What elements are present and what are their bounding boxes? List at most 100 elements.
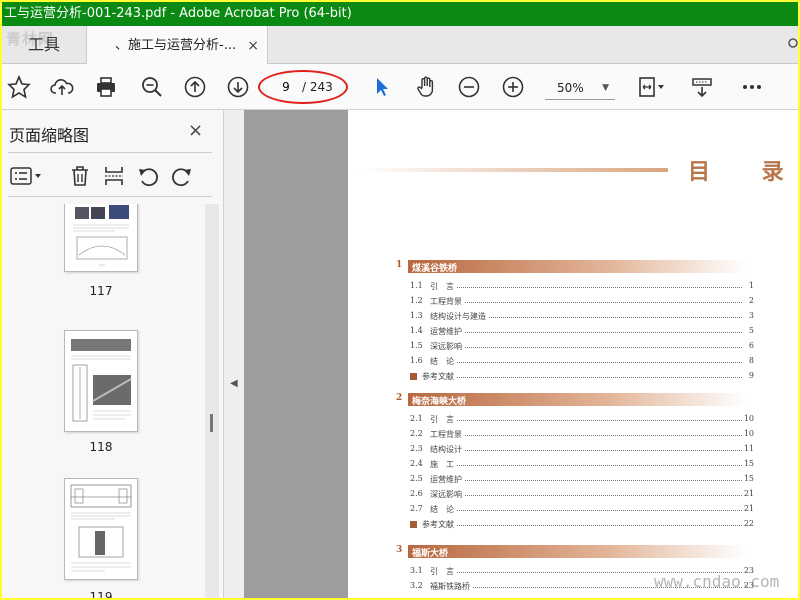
dot-leader (430, 435, 742, 436)
thumbnail-list: 117 118 119 (8, 204, 204, 598)
entry-number: 2.2 (410, 429, 423, 438)
entry-title: 结构设计 (430, 444, 464, 455)
zoom-in-icon[interactable] (499, 73, 527, 101)
dot-leader (430, 495, 742, 496)
toc-entry[interactable]: 2.4 施 工 15 (410, 459, 754, 471)
scrollbar-thumb[interactable] (210, 414, 213, 432)
dot-leader (430, 420, 742, 421)
entry-title: 结 论 (430, 504, 456, 515)
dot-leader (430, 302, 742, 303)
star-icon[interactable] (5, 73, 33, 101)
main-toolbar: / 243 50% ▼ (2, 64, 798, 110)
reference-marker (410, 521, 417, 528)
entry-page: 15 (741, 474, 754, 483)
entry-number: 1.1 (410, 281, 423, 290)
dot-leader (430, 465, 742, 466)
entry-page: 10 (741, 414, 754, 423)
document-canvas-background (244, 110, 348, 598)
zoom-search-icon[interactable] (138, 73, 166, 101)
toc-entry[interactable]: 2.1 引 言 10 (410, 414, 754, 426)
page-fit-icon[interactable] (634, 73, 670, 101)
chapter-bar (408, 545, 746, 558)
insert-page-icon[interactable] (102, 164, 126, 188)
chapter-bar (408, 260, 746, 273)
rotate-left-icon[interactable] (136, 164, 160, 188)
thumbnail-toolbar (8, 160, 212, 192)
thumbnail-label: 117 (89, 284, 113, 298)
thumbnail-scrollbar[interactable] (205, 204, 219, 598)
chevron-down-icon: ▼ (602, 83, 609, 93)
entry-title: 引 言 (430, 414, 456, 425)
entry-title: 运营维护 (430, 326, 464, 337)
scroll-mode-icon[interactable] (688, 73, 716, 101)
entry-number: 2.5 (410, 474, 423, 483)
entry-page: 2 (746, 296, 754, 305)
zoom-out-icon[interactable] (455, 73, 483, 101)
toc-entry[interactable]: 2.6 深远影响 21 (410, 489, 754, 501)
entry-number: 1.3 (410, 311, 423, 320)
page-thumbnail[interactable] (64, 330, 138, 432)
thumbnail-label: 119 (89, 590, 113, 598)
tab-close-button[interactable]: × (247, 26, 259, 66)
chapter-number: 1 (396, 260, 403, 270)
page-thumbnail[interactable] (64, 478, 138, 580)
toc-entry[interactable]: 2.3 结构设计 11 (410, 444, 754, 456)
hand-icon[interactable] (412, 73, 440, 101)
toc-references[interactable]: 参考文献 22 (410, 519, 754, 531)
dot-leader (430, 510, 742, 511)
toc-entry[interactable]: 1.2 工程背景 2 (410, 296, 754, 308)
toc-entry[interactable]: 1.3 结构设计与建造 3 (410, 311, 754, 323)
panel-collapse-handle[interactable]: ◀ (224, 110, 244, 598)
toc-chapter[interactable]: 2 梅奈海峡大桥 (396, 393, 746, 407)
toc-references[interactable]: 参考文献 9 (410, 371, 754, 383)
entry-number: 1.6 (410, 356, 423, 365)
toc-heading: 目 录 — (688, 159, 798, 185)
toc-chapter[interactable]: 3 福斯大桥 (396, 545, 746, 559)
tab-tools[interactable]: 工具 (2, 26, 86, 64)
entry-number: 2.3 (410, 444, 423, 453)
trash-icon[interactable] (68, 164, 92, 188)
toc-chapter[interactable]: 1 煤溪谷铁桥 (396, 260, 746, 274)
entry-number: 3.1 (410, 566, 423, 575)
toc-entry[interactable]: 2.2 工程背景 10 (410, 429, 754, 441)
entry-number: 2.1 (410, 414, 423, 423)
dot-leader (430, 362, 742, 363)
document-page: 目 录 — 1煤溪谷铁桥1.1引 言11.2工程背景21.3结构设计与建造31.… (348, 110, 798, 598)
help-icon[interactable] (788, 36, 798, 54)
entry-title: 参考文献 (422, 519, 456, 530)
dot-leader (430, 332, 742, 333)
toc-entry[interactable]: 1.4 运营维护 5 (410, 326, 754, 338)
entry-number: 3.2 (410, 581, 423, 590)
panel-close-button[interactable]: × (188, 120, 203, 141)
entry-title: 工程背景 (430, 429, 464, 440)
toc-entry[interactable]: 1.6 结 论 8 (410, 356, 754, 368)
cloud-upload-icon[interactable] (48, 73, 76, 101)
tab-document[interactable]: 、施工与运营分析-... × (86, 26, 268, 64)
thumbnail-options-icon[interactable] (8, 164, 44, 188)
page-thumbnail[interactable] (64, 204, 138, 272)
zoom-level-select[interactable]: 50% ▼ (545, 76, 615, 100)
toc-entry[interactable]: 1.5 深远影响 6 (410, 341, 754, 353)
toc-entry[interactable]: 1.1 引 言 1 (410, 281, 754, 293)
rotate-right-icon[interactable] (170, 164, 194, 188)
dot-leader (430, 287, 742, 288)
heading-rule (358, 168, 668, 172)
tab-document-label: 、施工与运营分析-... (115, 38, 237, 53)
arrow-up-circle-icon[interactable] (181, 73, 209, 101)
toc-entry[interactable]: 2.7 结 论 21 (410, 504, 754, 516)
entry-title: 结 论 (430, 356, 456, 367)
chevron-left-icon: ◀ (230, 378, 238, 389)
print-icon[interactable] (92, 73, 120, 101)
more-icon[interactable] (738, 73, 766, 101)
chapter-number: 2 (396, 393, 403, 403)
entry-title: 运营维护 (430, 474, 464, 485)
arrow-down-circle-icon[interactable] (224, 73, 252, 101)
dot-leader (430, 480, 742, 481)
select-arrow-icon[interactable] (368, 73, 396, 101)
entry-title: 深远影响 (430, 489, 464, 500)
entry-number: 1.2 (410, 296, 423, 305)
entry-page: 1 (746, 281, 754, 290)
app-window: 工与运营分析-001-243.pdf - Adobe Acrobat Pro (… (2, 2, 798, 598)
zoom-level-value: 50% (557, 81, 584, 95)
toc-entry[interactable]: 2.5 运营维护 15 (410, 474, 754, 486)
